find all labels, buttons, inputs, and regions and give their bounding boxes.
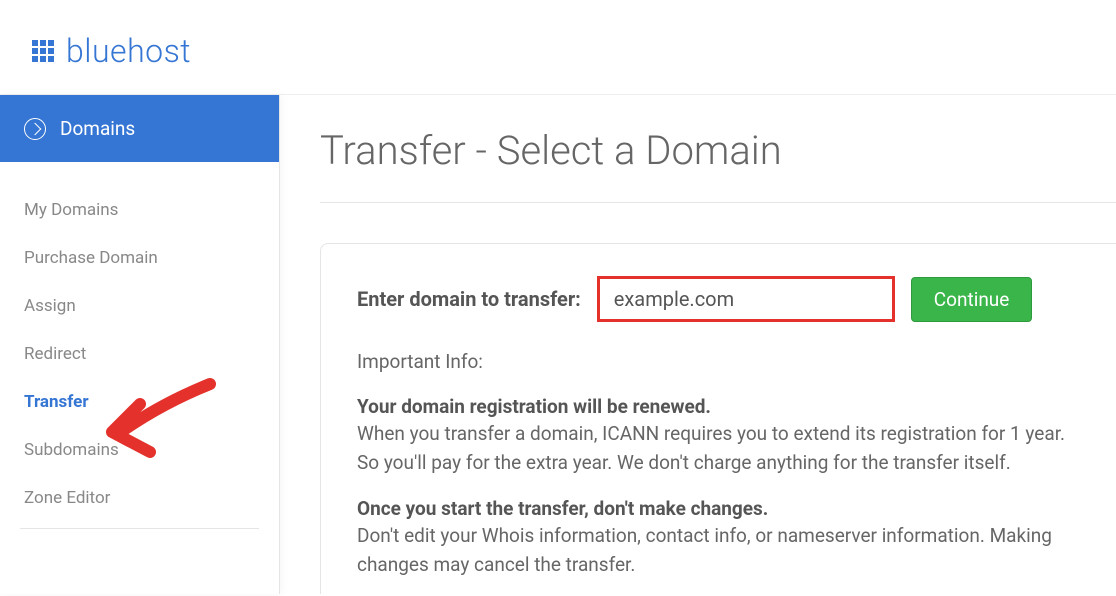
- compass-icon: [24, 118, 46, 140]
- sidebar-item-assign[interactable]: Assign: [0, 282, 279, 330]
- domain-input-label: Enter domain to transfer:: [357, 287, 581, 311]
- info-block-no-changes: Once you start the transfer, don't make …: [357, 497, 1080, 579]
- sidebar-item-my-domains[interactable]: My Domains: [0, 186, 279, 234]
- content-area: Transfer - Select a Domain Enter domain …: [280, 95, 1116, 594]
- main-layout: Domains My Domains Purchase Domain Assig…: [0, 95, 1116, 594]
- important-info-heading: Important Info:: [357, 350, 1080, 373]
- info-bold-no-changes: Once you start the transfer, don't make …: [357, 497, 1080, 520]
- sidebar-header-domains[interactable]: Domains: [0, 95, 279, 162]
- info-bold-renewal: Your domain registration will be renewed…: [357, 395, 1080, 418]
- app-header: bluehost: [0, 0, 1116, 95]
- info-text-renewal: When you transfer a domain, ICANN requir…: [357, 420, 1080, 477]
- transfer-form-card: Enter domain to transfer: Continue Impor…: [320, 243, 1116, 594]
- sidebar-item-purchase-domain[interactable]: Purchase Domain: [0, 234, 279, 282]
- bluehost-logo-icon: [32, 40, 54, 62]
- sidebar-item-zone-editor[interactable]: Zone Editor: [0, 474, 279, 522]
- domain-input[interactable]: [597, 276, 895, 322]
- sidebar-item-redirect[interactable]: Redirect: [0, 330, 279, 378]
- info-text-no-changes: Don't edit your Whois information, conta…: [357, 522, 1080, 579]
- continue-button[interactable]: Continue: [911, 277, 1033, 322]
- sidebar-header-label: Domains: [60, 117, 135, 140]
- form-row: Enter domain to transfer: Continue: [357, 276, 1080, 322]
- brand-name: bluehost: [66, 32, 191, 70]
- sidebar: Domains My Domains Purchase Domain Assig…: [0, 95, 280, 594]
- sidebar-item-transfer[interactable]: Transfer: [0, 378, 279, 426]
- sidebar-item-subdomains[interactable]: Subdomains: [0, 426, 279, 474]
- sidebar-divider: [20, 528, 259, 529]
- sidebar-nav: My Domains Purchase Domain Assign Redire…: [0, 162, 279, 553]
- info-block-renewal: Your domain registration will be renewed…: [357, 395, 1080, 477]
- page-title: Transfer - Select a Domain: [320, 127, 1116, 203]
